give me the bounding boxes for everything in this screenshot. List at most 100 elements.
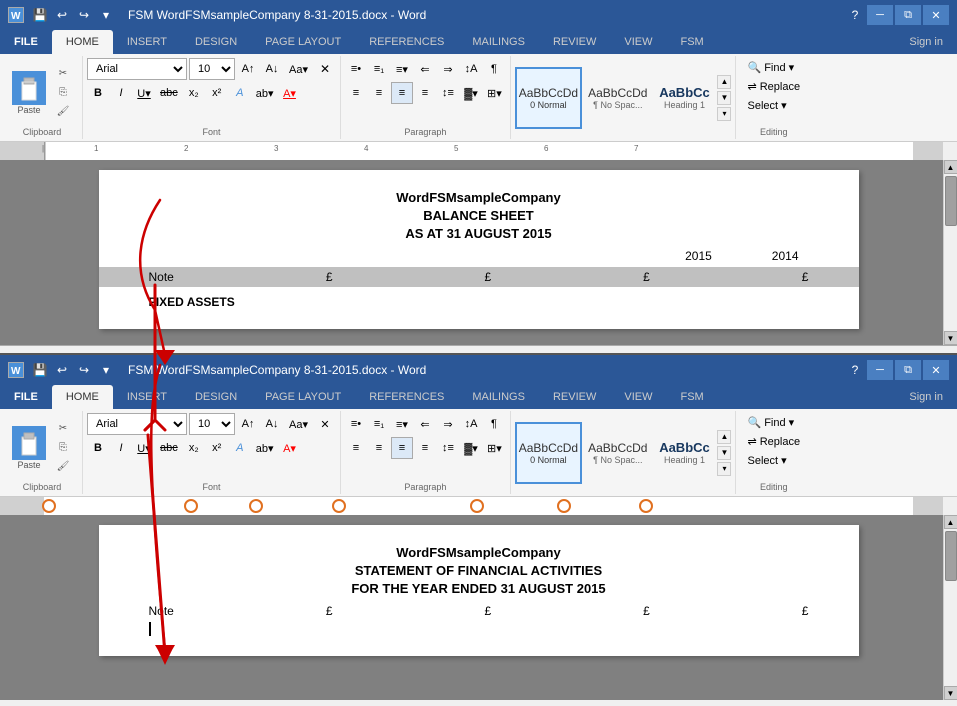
style-down-btn-2[interactable]: ▼ xyxy=(717,446,731,460)
shrink-font-btn-1[interactable]: A↓ xyxy=(261,58,283,80)
bullets-btn-1[interactable]: ≡• xyxy=(345,58,367,80)
increase-indent-btn-2[interactable]: ⇒ xyxy=(437,413,459,435)
format-painter-btn-1[interactable]: 🖌 xyxy=(52,103,74,121)
paste-btn-2[interactable]: Paste xyxy=(8,422,50,474)
heading1-style-1[interactable]: AaBbCc Heading 1 xyxy=(653,67,715,129)
review-tab-2[interactable]: REVIEW xyxy=(539,385,610,409)
paste-btn-1[interactable]: Paste xyxy=(8,67,50,119)
cut-btn-2[interactable]: ✂ xyxy=(52,420,74,438)
help-btn-1[interactable]: ? xyxy=(845,5,865,25)
file-tab-2[interactable]: FILE xyxy=(0,385,52,409)
italic-btn-2[interactable]: I xyxy=(110,437,132,459)
line-spacing-btn-1[interactable]: ↕≡ xyxy=(437,82,459,104)
decrease-indent-btn-1[interactable]: ⇐ xyxy=(414,58,436,80)
redo-btn-1[interactable]: ↪ xyxy=(74,5,94,25)
fsm-tab-1[interactable]: FSM xyxy=(666,30,717,54)
design-tab-2[interactable]: DESIGN xyxy=(181,385,251,409)
insert-tab-2[interactable]: INSERT xyxy=(113,385,181,409)
scroll-thumb-1[interactable] xyxy=(945,176,957,226)
minimize-btn-2[interactable]: ─ xyxy=(867,360,893,380)
pagelayout-tab-2[interactable]: PAGE LAYOUT xyxy=(251,385,355,409)
references-tab-1[interactable]: REFERENCES xyxy=(355,30,458,54)
italic-btn-1[interactable]: I xyxy=(110,82,132,104)
align-center-btn-1[interactable]: ≡ xyxy=(368,82,390,104)
borders-btn-2[interactable]: ⊞▾ xyxy=(483,437,506,459)
superscript-btn-2[interactable]: x² xyxy=(206,437,228,459)
save-btn-2[interactable]: 💾 xyxy=(30,360,50,380)
sort-btn-2[interactable]: ↕A xyxy=(460,413,482,435)
cut-btn-1[interactable]: ✂ xyxy=(52,65,74,83)
heading1-style-2[interactable]: AaBbCc Heading 1 xyxy=(653,422,715,484)
show-hide-btn-2[interactable]: ¶ xyxy=(483,413,505,435)
nospace-style-1[interactable]: AaBbCcDd ¶ No Spac... xyxy=(584,67,651,129)
design-tab-1[interactable]: DESIGN xyxy=(181,30,251,54)
change-case-btn-2[interactable]: Aa▾ xyxy=(285,413,312,435)
restore-btn-1[interactable]: ⧉ xyxy=(895,5,921,25)
view-tab-1[interactable]: VIEW xyxy=(610,30,666,54)
normal-style-1[interactable]: AaBbCcDd 0 Normal xyxy=(515,67,582,129)
pagelayout-tab-1[interactable]: PAGE LAYOUT xyxy=(251,30,355,54)
style-up-btn-2[interactable]: ▲ xyxy=(717,430,731,444)
sign-in-2[interactable]: Sign in xyxy=(895,385,957,409)
subscript-btn-2[interactable]: x₂ xyxy=(183,437,205,459)
scrollbar-v-1[interactable]: ▲ ▼ xyxy=(943,160,957,345)
copy-btn-2[interactable]: ⎘ xyxy=(52,439,74,457)
align-left-btn-2[interactable]: ≡ xyxy=(345,437,367,459)
select-btn-1[interactable]: Select ▾ xyxy=(742,96,805,115)
highlight-btn-1[interactable]: ab▾ xyxy=(252,82,278,104)
numbering-btn-2[interactable]: ≡₁ xyxy=(368,413,390,435)
clear-format-btn-1[interactable]: ✕ xyxy=(314,58,336,80)
close-btn-2[interactable]: ✕ xyxy=(923,360,949,380)
customize-btn-1[interactable]: ▾ xyxy=(96,5,116,25)
scroll-thumb-2[interactable] xyxy=(945,531,957,581)
subscript-btn-1[interactable]: x₂ xyxy=(183,82,205,104)
borders-btn-1[interactable]: ⊞▾ xyxy=(483,82,506,104)
help-btn-2[interactable]: ? xyxy=(845,360,865,380)
scrollbar-v-2[interactable]: ▲ ▼ xyxy=(943,515,957,700)
font-name-select-1[interactable]: Arial xyxy=(87,58,187,80)
bullets-btn-2[interactable]: ≡• xyxy=(345,413,367,435)
align-right-btn-2[interactable]: ≡ xyxy=(391,437,413,459)
bold-btn-1[interactable]: B xyxy=(87,82,109,104)
strikethrough-btn-1[interactable]: abc xyxy=(156,82,182,104)
insert-tab-1[interactable]: INSERT xyxy=(113,30,181,54)
style-down-btn-1[interactable]: ▼ xyxy=(717,91,731,105)
strikethrough-btn-2[interactable]: abc xyxy=(156,437,182,459)
change-case-btn-1[interactable]: Aa▾ xyxy=(285,58,312,80)
scroll-down-btn-2[interactable]: ▼ xyxy=(944,686,957,700)
find-btn-2[interactable]: 🔍 Find ▾ xyxy=(742,413,805,432)
highlight-btn-2[interactable]: ab▾ xyxy=(252,437,278,459)
text-effect-btn-2[interactable]: A xyxy=(229,437,251,459)
save-btn-1[interactable]: 💾 xyxy=(30,5,50,25)
multilevel-btn-2[interactable]: ≡▾ xyxy=(391,413,413,435)
mailings-tab-2[interactable]: MAILINGS xyxy=(458,385,539,409)
nospace-style-2[interactable]: AaBbCcDd ¶ No Spac... xyxy=(584,422,651,484)
normal-style-2[interactable]: AaBbCcDd 0 Normal xyxy=(515,422,582,484)
scroll-down-btn-1[interactable]: ▼ xyxy=(944,331,957,345)
shading-btn-2[interactable]: ▓▾ xyxy=(460,437,482,459)
view-tab-2[interactable]: VIEW xyxy=(610,385,666,409)
scroll-up-btn-1[interactable]: ▲ xyxy=(944,160,957,174)
close-btn-1[interactable]: ✕ xyxy=(923,5,949,25)
underline-btn-2[interactable]: U▾ xyxy=(133,437,155,459)
decrease-indent-btn-2[interactable]: ⇐ xyxy=(414,413,436,435)
grow-font-btn-2[interactable]: A↑ xyxy=(237,413,259,435)
justify-btn-2[interactable]: ≡ xyxy=(414,437,436,459)
shrink-font-btn-2[interactable]: A↓ xyxy=(261,413,283,435)
undo-btn-1[interactable]: ↩ xyxy=(52,5,72,25)
increase-indent-btn-1[interactable]: ⇒ xyxy=(437,58,459,80)
references-tab-2[interactable]: REFERENCES xyxy=(355,385,458,409)
redo-btn-2[interactable]: ↪ xyxy=(74,360,94,380)
grow-font-btn-1[interactable]: A↑ xyxy=(237,58,259,80)
review-tab-1[interactable]: REVIEW xyxy=(539,30,610,54)
style-more-btn-2[interactable]: ▾ xyxy=(717,462,731,476)
font-color-btn-2[interactable]: A▾ xyxy=(279,437,301,459)
bold-btn-2[interactable]: B xyxy=(87,437,109,459)
undo-btn-2[interactable]: ↩ xyxy=(52,360,72,380)
justify-btn-1[interactable]: ≡ xyxy=(414,82,436,104)
underline-btn-1[interactable]: U▾ xyxy=(133,82,155,104)
sort-btn-1[interactable]: ↕A xyxy=(460,58,482,80)
mailings-tab-1[interactable]: MAILINGS xyxy=(458,30,539,54)
home-tab-2[interactable]: HOME xyxy=(52,385,113,409)
fsm-tab-2[interactable]: FSM xyxy=(666,385,717,409)
